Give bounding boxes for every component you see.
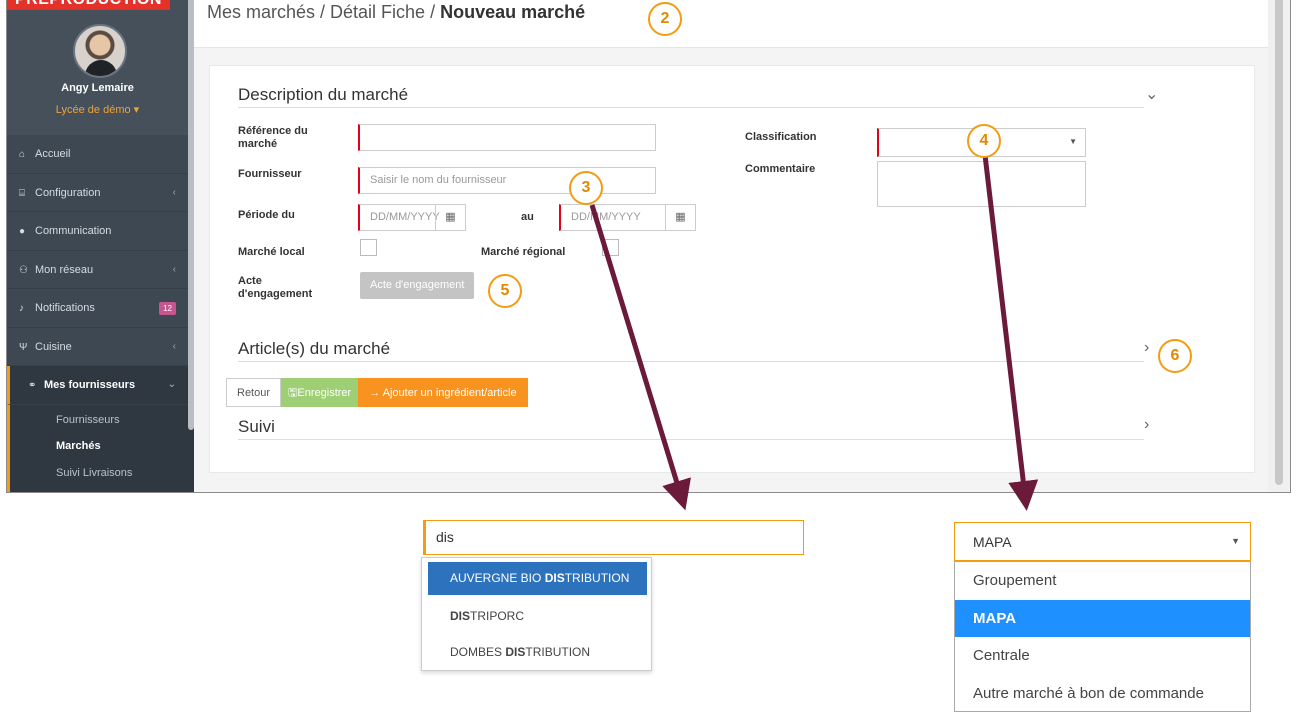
autocomplete-option[interactable]: AUVERGNE BIO DISTRIBUTION	[428, 562, 647, 595]
end-date-input[interactable]: DD/MM/YYYY ▦	[559, 204, 696, 231]
submenu-item-marches[interactable]: Marchés	[10, 433, 188, 460]
acte-engagement-button[interactable]: Acte d'engagement	[360, 272, 475, 299]
classification-option[interactable]: MAPA	[955, 599, 1250, 637]
submenu-item-suivi-livraisons[interactable]: Suivi Livraisons	[10, 460, 188, 487]
classification-options-list: Groupement MAPA Centrale Autre marché à …	[954, 561, 1251, 712]
section-title-description[interactable]: Description du marché	[238, 85, 408, 105]
calendar-icon[interactable]: ▦	[665, 205, 695, 230]
sidebar-item-configuration[interactable]: ⌸ Configuration ‹	[7, 174, 188, 212]
chevron-down-icon: ⌄	[167, 379, 176, 390]
step-badge-3: 3	[569, 171, 603, 205]
chevron-left-icon: ‹	[172, 340, 176, 352]
marche-local-label: Marché local	[238, 246, 305, 258]
step-badge-4: 4	[967, 124, 1001, 158]
user-name: Angy Lemaire	[61, 82, 134, 94]
app-screenshot-frame: Angy Lemaire Lycée de démo ▾ ⌂ Accueil ⌸ C…	[6, 0, 1291, 493]
market-form-card: Description du marché ⌄ Référence du marc…	[209, 65, 1255, 473]
sidebar-item-cuisine[interactable]: Ψ Cuisine ‹	[7, 328, 188, 366]
notification-count-badge: 12	[159, 302, 176, 315]
sidebar-item-notifications[interactable]: ♪ Notifications 12	[7, 289, 188, 328]
sidebar-item-communication[interactable]: ● Communication	[7, 212, 188, 251]
section-divider	[238, 439, 1144, 440]
sidebar-item-mes-fournisseurs[interactable]: ⚭ Mes fournisseurs ⌄	[7, 366, 188, 405]
handshake-icon: ⚭	[28, 380, 37, 391]
chevron-down-icon[interactable]: ⌄	[1145, 84, 1158, 104]
environment-banner: PREPRODUCTION	[7, 0, 170, 10]
chevron-left-icon: ‹	[172, 186, 176, 198]
fournisseur-label: Fournisseur	[238, 168, 302, 180]
chevron-left-icon: ‹	[172, 263, 176, 275]
classification-option[interactable]: Groupement	[955, 562, 1250, 600]
chevron-right-icon[interactable]: ›	[1144, 416, 1149, 434]
marche-regional-checkbox[interactable]	[602, 239, 619, 256]
commentaire-label: Commentaire	[745, 163, 816, 175]
chat-icon: ●	[19, 226, 26, 237]
caret-down-icon: ▼	[1231, 536, 1240, 546]
commentaire-textarea[interactable]	[877, 161, 1086, 207]
au-label: au	[521, 211, 534, 223]
cutlery-icon: Ψ	[19, 341, 28, 353]
classification-option[interactable]: Centrale	[955, 637, 1250, 675]
acte-label: Acte d'engagement	[238, 275, 313, 300]
section-divider	[238, 107, 1144, 108]
classification-select-expanded[interactable]: MAPA ▼	[954, 522, 1251, 561]
submenu-fournisseurs: Fournisseurs Marchés Suivi Livraisons	[7, 404, 188, 492]
add-ingredient-button[interactable]: → Ajouter un ingrédient/article	[358, 378, 528, 407]
step-badge-2: 2	[648, 2, 682, 36]
section-divider	[238, 361, 1144, 362]
school-selector[interactable]: Lycée de démo ▾	[7, 103, 188, 116]
reference-input[interactable]	[358, 124, 656, 151]
breadcrumb-path[interactable]: Mes marchés / Détail Fiche /	[207, 2, 440, 22]
chevron-right-icon[interactable]: ›	[1144, 339, 1149, 357]
home-icon: ⌂	[19, 149, 26, 160]
page-header: Mes marchés / Détail Fiche / Nouveau mar…	[194, 0, 1270, 48]
autocomplete-option[interactable]: DISTRIPORC	[428, 600, 647, 633]
retour-button[interactable]: Retour	[226, 378, 282, 407]
avatar[interactable]	[73, 24, 127, 78]
sidebar-item-mon-reseau[interactable]: ⚇ Mon réseau ‹	[7, 251, 188, 289]
bell-icon: ♪	[19, 303, 24, 314]
fournisseur-input[interactable]: Saisir le nom du fournisseur	[358, 167, 656, 194]
sidebar-scrollbar[interactable]	[188, 0, 194, 492]
content-scrollbar-thumb[interactable]	[1275, 0, 1283, 485]
submenu-item-fournisseurs[interactable]: Fournisseurs	[10, 407, 188, 434]
step-badge-6: 6	[1158, 339, 1192, 373]
sidebar-item-accueil[interactable]: ⌂ Accueil	[7, 135, 188, 174]
periode-label: Période du	[238, 209, 295, 221]
caret-down-icon: ▼	[1069, 137, 1077, 146]
content-scrollbar[interactable]	[1268, 0, 1290, 492]
calendar-icon[interactable]: ▦	[435, 205, 465, 230]
page-title: Nouveau marché	[440, 2, 586, 22]
section-title-suivi[interactable]: Suivi	[238, 417, 275, 437]
section-title-articles[interactable]: Article(s) du marché	[238, 339, 390, 359]
sidebar: Angy Lemaire Lycée de démo ▾ ⌂ Accueil ⌸ C…	[7, 0, 188, 492]
supplier-autocomplete-list: AUVERGNE BIO DISTRIBUTION DISTRIPORC DOM…	[421, 557, 652, 671]
autocomplete-option[interactable]: DOMBES DISTRIBUTION	[428, 636, 647, 669]
start-date-input[interactable]: DD/MM/YYYY ▦	[358, 204, 466, 231]
bank-icon: ⌸	[19, 187, 25, 199]
sidebar-scrollbar-thumb[interactable]	[188, 0, 194, 430]
marche-local-checkbox[interactable]	[360, 239, 377, 256]
classification-label: Classification	[745, 131, 817, 143]
marche-regional-label: Marché régional	[481, 246, 566, 258]
classification-option[interactable]: Autre marché à bon de commande	[955, 675, 1250, 713]
supplier-search-input[interactable]: dis	[423, 520, 804, 555]
form-actions: Retour 🖫Enregistrer → Ajouter un ingrédi…	[226, 378, 528, 407]
enregistrer-button[interactable]: 🖫Enregistrer	[281, 378, 359, 407]
breadcrumb: Mes marchés / Détail Fiche / Nouveau mar…	[207, 2, 585, 23]
reference-label: Référence du marché	[238, 125, 308, 150]
sidebar-menu: ⌂ Accueil ⌸ Configuration ‹ ● Communication…	[7, 135, 188, 492]
step-badge-5: 5	[488, 274, 522, 308]
network-icon: ⚇	[19, 264, 28, 276]
